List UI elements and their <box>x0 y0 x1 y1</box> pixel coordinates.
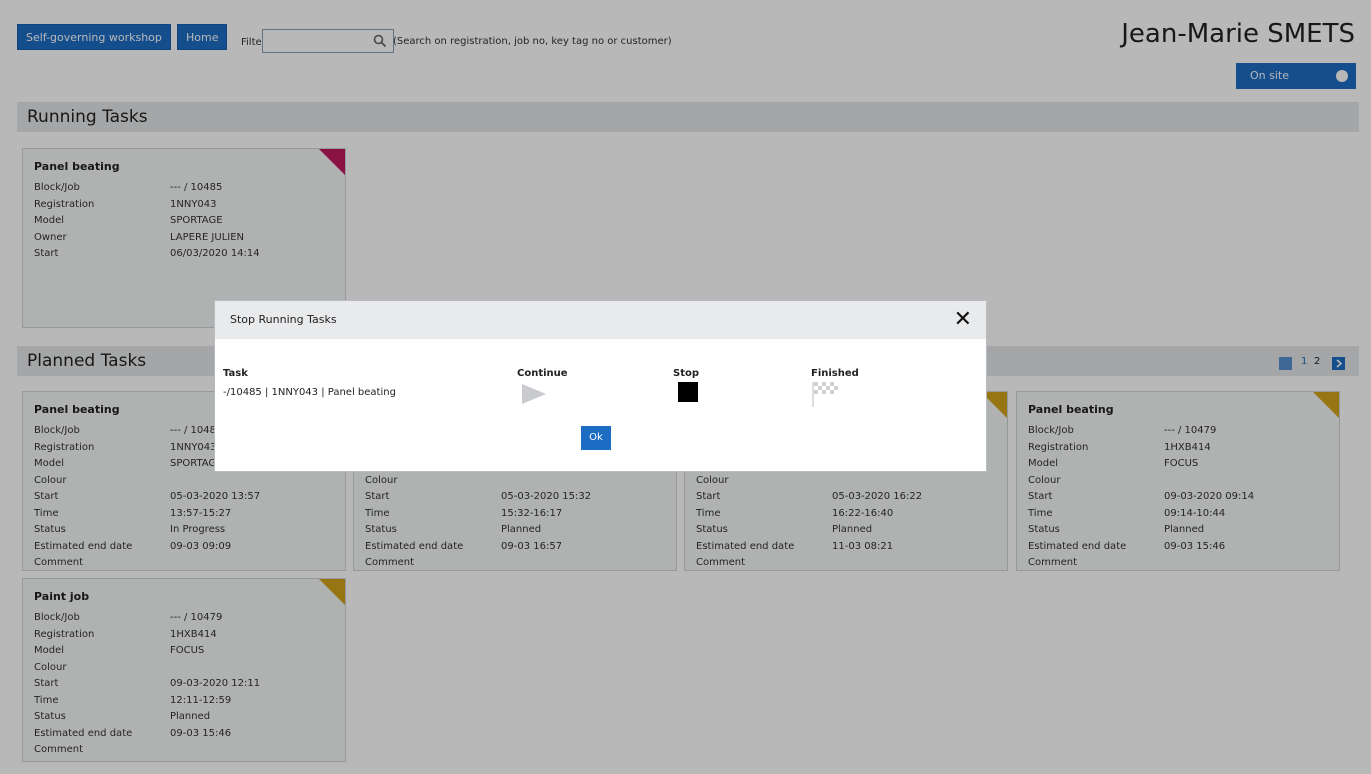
column-finished: Finished <box>811 368 859 379</box>
column-task: Task <box>223 368 248 379</box>
stop-square-icon[interactable] <box>678 382 698 402</box>
finished-flag-icon[interactable] <box>812 381 840 407</box>
dialog-title: Stop Running Tasks <box>230 313 337 326</box>
dialog-header: Stop Running Tasks ✕ <box>215 301 986 339</box>
column-stop: Stop <box>673 368 700 379</box>
column-continue: Continue <box>517 368 568 379</box>
close-icon[interactable]: ✕ <box>954 309 972 331</box>
stop-running-tasks-dialog: Stop Running Tasks ✕ Task Continue Stop … <box>214 300 987 472</box>
continue-play-icon[interactable] <box>522 384 546 404</box>
ok-button[interactable]: Ok <box>581 426 611 450</box>
task-description: -/10485 | 1NNY043 | Panel beating <box>223 387 396 398</box>
